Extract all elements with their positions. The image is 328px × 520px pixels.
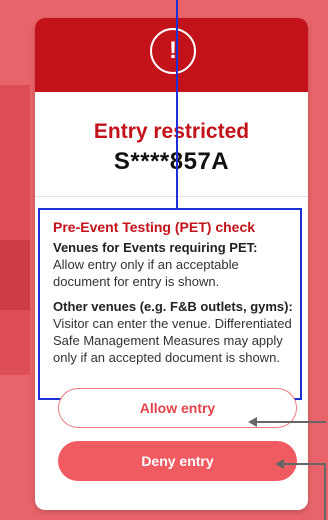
annotation-arrowhead-deny bbox=[275, 459, 284, 469]
exclamation-circle-icon: ! bbox=[150, 28, 196, 74]
annotation-arrow-deny bbox=[283, 463, 326, 465]
pet-section2-text: Visitor can enter the venue. Differentia… bbox=[53, 316, 292, 365]
background-decoration bbox=[0, 85, 30, 375]
deny-entry-button[interactable]: Deny entry bbox=[58, 441, 297, 481]
masked-id-number: S****857A bbox=[113, 148, 230, 175]
pet-section2-title: Other venues (e.g. F&B outlets, gyms): bbox=[53, 299, 293, 314]
annotation-vertical-line bbox=[176, 0, 178, 208]
background-decoration-stripe bbox=[0, 240, 30, 310]
annotation-arrowhead-allow bbox=[248, 417, 257, 427]
annotation-arrow-deny-stem bbox=[324, 463, 326, 520]
divider bbox=[35, 196, 308, 197]
pet-check-section: Pre-Event Testing (PET) check Venues for… bbox=[38, 208, 302, 400]
dialog-title: Entry restricted bbox=[93, 120, 250, 143]
pet-section1-text: Allow entry only if an acceptable docume… bbox=[53, 257, 239, 289]
pet-section1-title: Venues for Events requiring PET: bbox=[53, 240, 258, 255]
pet-heading: Pre-Event Testing (PET) check bbox=[53, 219, 256, 235]
annotation-arrow-allow bbox=[256, 421, 326, 423]
entry-status-dialog: ! Entry restricted S****857A Pre-Event T… bbox=[35, 18, 308, 510]
dialog-header: ! bbox=[35, 18, 308, 92]
